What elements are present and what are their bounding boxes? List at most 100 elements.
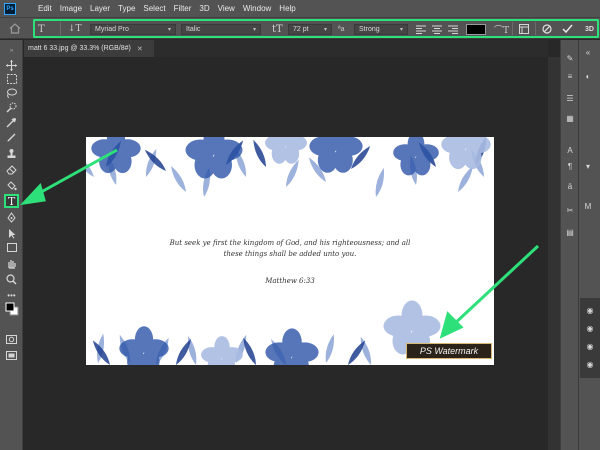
font-style-dropdown[interactable]: Italic ▾ [181,23,261,35]
watermark-text[interactable]: PS Watermark [406,343,492,359]
divider [60,22,61,35]
glyphs-icon[interactable]: ä [564,180,576,192]
verse-reference[interactable]: Matthew 6:33 [86,277,494,285]
divider [512,22,513,35]
zoom-icon [6,273,17,285]
eyedropper-tool[interactable] [4,115,19,129]
panel-row-icon[interactable]: M [582,200,594,212]
foreground-background-color-icon [5,302,18,316]
antialias-dropdown[interactable]: Strong ▾ [354,23,408,35]
paint-bucket-icon [7,180,17,190]
menu-edit[interactable]: Edit [38,4,52,13]
lasso-tool[interactable] [4,86,19,100]
menu-image[interactable]: Image [60,4,82,13]
canvas-scrollbar[interactable] [548,57,560,450]
visibility-eye-icon[interactable]: ◉ [584,304,596,316]
visibility-eye-icon[interactable]: ◉ [584,358,596,370]
menu-help[interactable]: Help [279,4,295,13]
align-left-button[interactable] [416,23,426,35]
menu-view[interactable]: View [218,4,235,13]
visibility-eye-icon[interactable]: ◉ [584,340,596,352]
adjustments-icon[interactable]: ☰ [564,92,576,104]
three-d-button[interactable]: 3D [585,23,594,35]
stamp-tool[interactable] [4,146,19,160]
chevron-down-icon: ▾ [323,26,327,33]
marquee-icon [6,74,17,84]
menu-select[interactable]: Select [143,4,165,13]
font-family-dropdown[interactable]: Myriad Pro ▾ [90,23,176,35]
divider [535,22,536,35]
align-center-button[interactable] [432,23,442,35]
color-swatches[interactable] [4,302,19,316]
stamp-icon [7,148,16,158]
menu-filter[interactable]: Filter [174,4,192,13]
paragraph-panel-icon[interactable]: ¶ [564,160,576,172]
rectangle-tool[interactable] [4,240,19,254]
photoshop-logo-icon[interactable]: Ps [4,2,16,15]
color-panel-icon[interactable]: ◐ [582,70,594,82]
chevron-down-icon[interactable]: ▾ [582,160,594,172]
tools-icon[interactable]: ✂ [564,204,576,216]
cancel-icon [542,24,552,34]
close-icon[interactable]: ✕ [137,45,143,53]
panel-toggle-icon [519,24,529,34]
font-family-value: Myriad Pro [95,25,129,33]
paint-bucket-tool[interactable] [4,178,19,192]
move-icon [6,59,17,71]
font-size-value: 72 pt [293,25,309,33]
hand-tool[interactable] [4,256,19,270]
menu-window[interactable]: Window [243,4,271,13]
screen-mode-button[interactable] [4,348,19,362]
eraser-tool[interactable] [4,162,19,176]
quick-selection-tool[interactable] [4,100,19,114]
character-panel-icon[interactable]: A [564,144,576,156]
pen-icon [7,211,16,223]
warp-text-icon: ⌒T [494,25,510,36]
type-tool[interactable]: T [4,194,19,208]
eyedropper-icon [6,117,16,127]
arrow-cursor-icon [8,228,15,238]
align-left-icon [416,25,426,34]
marquee-tool[interactable] [4,72,19,86]
brushes-icon[interactable]: ≡ [564,70,576,82]
document-tab-title: matt 6 33.jpg @ 33.3% (RGB/8#) [28,45,131,52]
pen-tool[interactable] [4,210,19,224]
verse-line-1: But seek ye first the kingdom of God, an… [169,239,411,247]
menu-3d[interactable]: 3D [199,4,209,13]
checkmark-icon [562,24,573,34]
visibility-eye-icon[interactable]: ◉ [584,322,596,334]
font-size-dropdown[interactable]: 72 pt ▾ [288,23,332,35]
properties-icon[interactable]: ▤ [564,226,576,238]
commit-button[interactable] [562,23,573,35]
move-tool[interactable] [4,58,19,72]
panel-dock: « ◐ ▾ M [578,40,600,450]
history-icon[interactable]: ▦ [564,112,576,124]
cancel-button[interactable] [542,23,552,35]
warp-text-button[interactable]: ⌒T [494,23,510,36]
text-color-swatch[interactable] [466,23,486,35]
rectangle-icon [6,242,17,252]
align-right-button[interactable] [448,23,458,35]
type-tool-preset-icon[interactable]: T [38,23,45,35]
font-size-icon: tT [272,23,283,35]
document-tab[interactable]: matt 6 33.jpg @ 33.3% (RGB/8#) ✕ [24,40,154,57]
chevron-down-icon: ▾ [252,26,256,33]
document-canvas[interactable]: But seek ye first the kingdom of God, an… [86,137,494,365]
home-button[interactable] [0,18,30,39]
brush-tool[interactable] [4,130,19,144]
brush-settings-icon[interactable]: ✎ [564,52,576,64]
menu-type[interactable]: Type [118,4,135,13]
quick-mask-button[interactable] [4,332,19,346]
more-tools-icon[interactable]: ••• [4,288,19,302]
collapse-icon[interactable]: » [4,44,19,58]
verse-text[interactable]: But seek ye first the kingdom of God, an… [86,238,494,260]
text-orientation-icon[interactable]: ↓T [68,23,82,35]
tools-panel: » T ••• [0,40,23,450]
character-panel-button[interactable] [519,23,529,35]
text-color-box [466,23,486,35]
path-selection-tool[interactable] [4,226,19,240]
panel-dock-narrow: ✎ ≡ ☰ ▦ A ¶ ä ✂ ▤ [560,40,578,450]
zoom-tool[interactable] [4,272,19,286]
menu-layer[interactable]: Layer [90,4,110,13]
collapse-panels-icon[interactable]: « [582,46,594,58]
